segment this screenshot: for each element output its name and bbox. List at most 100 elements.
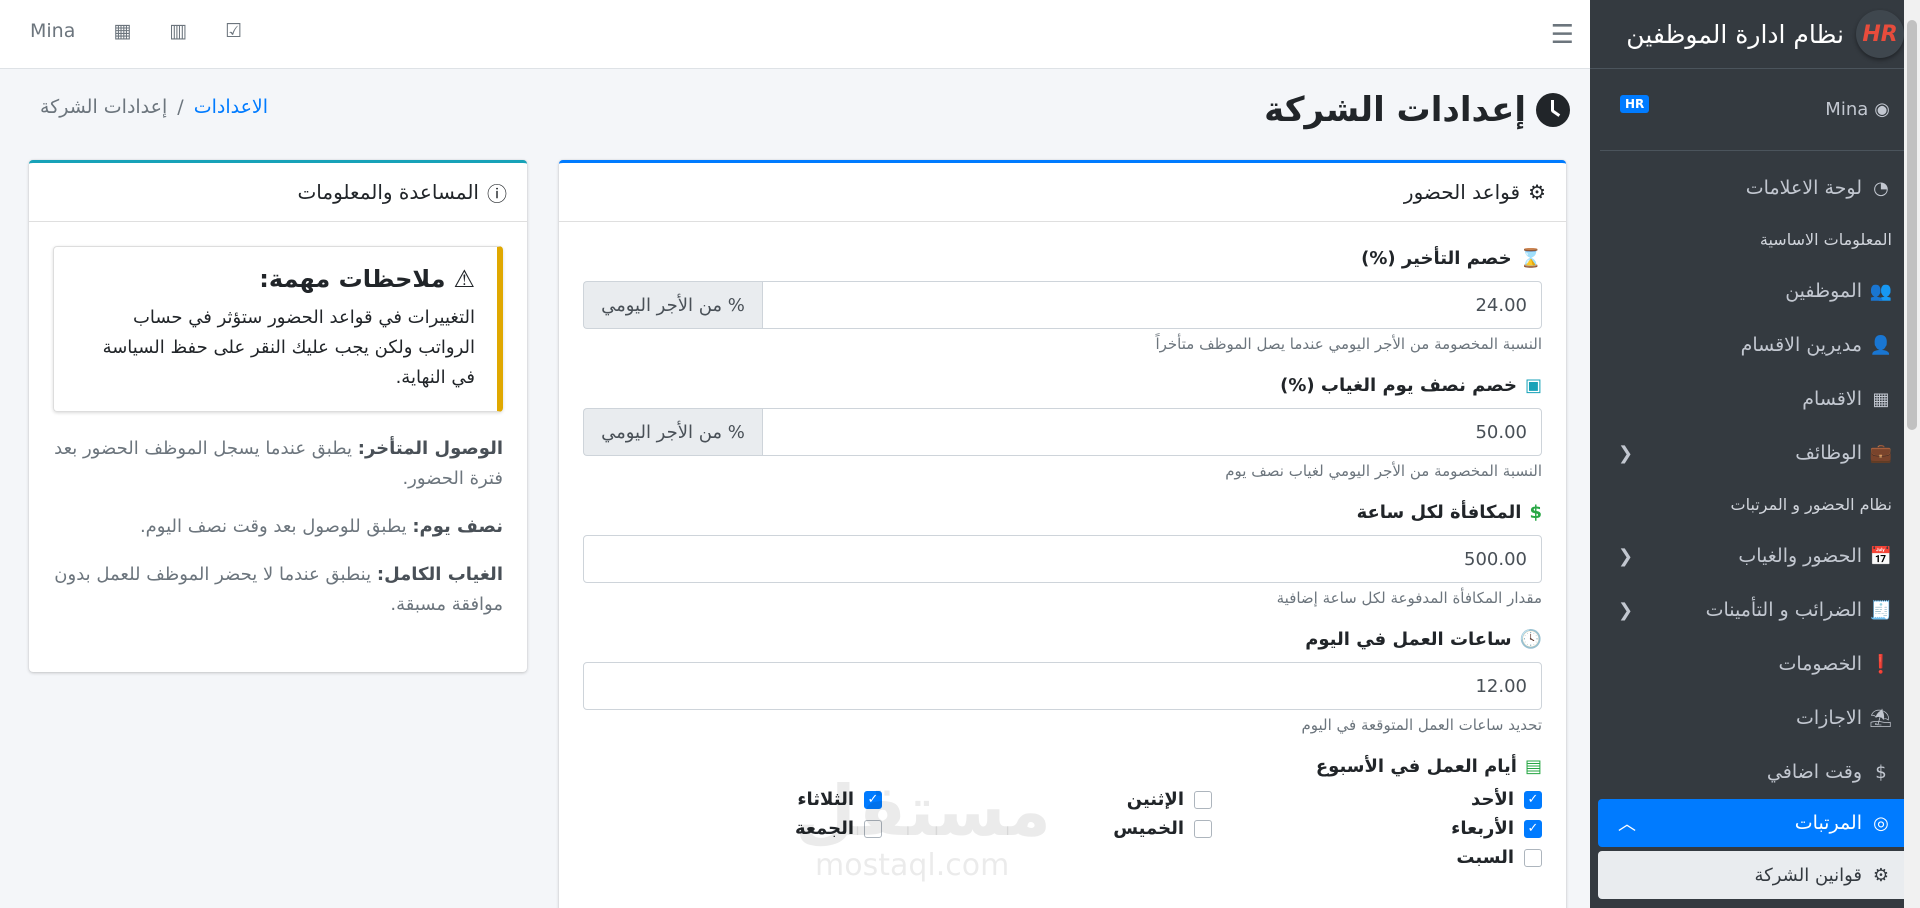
- late-term: الوصول المتأخر:: [357, 438, 503, 459]
- alert-text: التغييرات في قواعد الحضور ستؤثر في حساب …: [102, 307, 475, 388]
- sidebar-item[interactable]: ▦ الاقسام: [1598, 372, 1912, 426]
- work-day-checkbox[interactable]: [1524, 848, 1542, 867]
- user-circle-icon: ◉: [1874, 99, 1890, 120]
- late-deduction-input[interactable]: 24.00: [762, 281, 1542, 329]
- halfday-deduction-label: خصم نصف يوم الغياب (%): [1280, 375, 1517, 396]
- sidebar-item-label: الضرائب و التأمينات: [1705, 599, 1862, 621]
- page-title-text: إعدادات الشركة: [1264, 90, 1526, 130]
- sidebar-item[interactable]: 👥 الموظفين: [1598, 264, 1912, 318]
- calendar-icon: ▤: [1524, 756, 1542, 777]
- sidebar-user[interactable]: ◉ Mina: [1825, 99, 1890, 120]
- work-day-label: الخميس: [1113, 818, 1184, 839]
- watermark-sub: mostaql.com: [815, 848, 1010, 883]
- sidebar-item-label: لوحة الاعلامات: [1745, 177, 1862, 199]
- top-navbar: ☰ Mina ▦ ▥ ☑: [0, 0, 1590, 69]
- watermark: مستقل: [795, 770, 1052, 852]
- chevron-icon: ︿: [1618, 814, 1636, 835]
- top-user-name[interactable]: Mina: [30, 20, 75, 42]
- brand[interactable]: HR نظام ادارة الموظفين: [1590, 0, 1920, 69]
- work-days-label: أيام العمل في الأسبوع: [1315, 756, 1517, 777]
- late-deduction-group: ⌛ خصم التأخير (%) 24.00 % من الأجر اليومي…: [583, 248, 1542, 353]
- calendar-icon[interactable]: ▦: [113, 20, 131, 42]
- dashboard-icon: ◔: [1873, 177, 1889, 199]
- chevron-icon: ❮: [1618, 599, 1634, 621]
- hourly-bonus-label: المكافأة لكل ساعة: [1356, 502, 1522, 523]
- menu-toggle-icon[interactable]: ☰: [1551, 20, 1574, 50]
- work-day-label: الأحد: [1471, 789, 1514, 810]
- attendance-card-header: ⚙ قواعد الحضور: [559, 163, 1566, 222]
- sidebar-item[interactable]: 👤 مديرين الاقسام: [1598, 318, 1912, 372]
- sidebar-user-name: Mina: [1825, 99, 1869, 120]
- sidebar-item[interactable]: $ وقت اضافي: [1598, 745, 1912, 799]
- user-panel: ◉ Mina HR: [1600, 69, 1910, 151]
- halfday-deduction-addon: % من الأجر اليومي: [583, 408, 762, 456]
- hourly-bonus-group: $ المكافأة لكل ساعة 500.00 مقدار المكافأة…: [583, 502, 1542, 607]
- clock-icon: [1536, 93, 1570, 127]
- breadcrumb-current: إعدادات الشركة: [40, 96, 168, 118]
- sidebar-item[interactable]: ◎ المرتبات ︿: [1598, 799, 1912, 847]
- work-days-list: ✓ الأحد الإثنين ✓ الثلاثاء ✓ الأربعاء الخميس الج…: [583, 789, 1542, 868]
- tasks-icon[interactable]: ☑: [225, 20, 242, 42]
- sidebar-item-label: الوظائف: [1795, 442, 1862, 464]
- work-day-option[interactable]: ✓ الأحد: [1212, 789, 1542, 810]
- halfday-deduction-help: النسبة المخصومة من الأجر اليومي لغياب نص…: [1225, 462, 1542, 480]
- half-desc: يطبق للوصول بعد وقت نصف اليوم.: [139, 516, 407, 537]
- work-hours-input[interactable]: 12.00: [583, 662, 1542, 710]
- sidebar-item-label: مديرين الاقسام: [1740, 334, 1862, 356]
- sidebar-item[interactable]: 🧾 الضرائب و التأمينات ❮: [1598, 583, 1912, 637]
- sidebar-header: نظام الحضور و المرتبات: [1730, 495, 1892, 514]
- work-day-checkbox[interactable]: [1194, 819, 1212, 838]
- user-icon: 👤: [1869, 334, 1892, 356]
- building-icon: ▦: [1872, 388, 1890, 410]
- breadcrumb: الاعدادات / إعدادات الشركة: [40, 96, 268, 118]
- help-card-header: ⓘ المساعدة والمعلومات: [29, 163, 527, 222]
- coins-icon: ◎: [1873, 812, 1889, 834]
- chevron-icon: ❮: [1618, 545, 1634, 567]
- work-hours-help: تحديد ساعات العمل المتوقعة في اليوم: [1301, 716, 1542, 734]
- sidebar-item-label: الاقسام: [1802, 388, 1862, 410]
- sidebar-item[interactable]: ❗ الخصومات: [1598, 637, 1912, 691]
- sidebar-item-label: وقت اضافي: [1766, 761, 1862, 783]
- late-deduction-help: النسبة المخصومة من الأجر اليومي عندما يص…: [1155, 335, 1542, 353]
- full-absence-info: الغياب الكامل: ينطبق عندما لا يحضر الموظ…: [53, 560, 503, 620]
- sidebar-item-label: قوانين الشركة: [1754, 864, 1862, 886]
- scroll-thumb[interactable]: [1907, 20, 1917, 430]
- halfday-deduction-input[interactable]: 50.00: [762, 408, 1542, 456]
- work-day-label: الإثنين: [1126, 789, 1184, 810]
- page-scrollbar[interactable]: [1904, 0, 1920, 908]
- hr-badge: HR: [1620, 95, 1650, 113]
- breadcrumb-link-settings[interactable]: الاعدادات: [194, 96, 268, 118]
- brand-title: نظام ادارة الموظفين: [1626, 19, 1844, 49]
- hourly-bonus-input[interactable]: 500.00: [583, 535, 1542, 583]
- work-day-option[interactable]: السبت: [1212, 847, 1542, 868]
- half-term: نصف يوم:: [412, 516, 503, 537]
- calendar-day-icon: ▣: [1524, 375, 1542, 396]
- sidebar-item[interactable]: 💼 الوظائف ❮: [1598, 426, 1912, 480]
- warning-icon: ⚠: [453, 265, 475, 293]
- attendance-card-title: قواعد الحضور: [1403, 180, 1521, 204]
- work-hours-group: 🕓 ساعات العمل في اليوم 12.00 تحديد ساعات …: [583, 629, 1542, 734]
- chart-icon[interactable]: ▥: [169, 20, 187, 42]
- sidebar-item[interactable]: ⛱ الاجازات: [1598, 691, 1912, 745]
- cog-icon: ⚙: [1528, 180, 1546, 204]
- sidebar-item-label: الاجازات: [1796, 707, 1862, 729]
- users-icon: 👥: [1869, 280, 1892, 302]
- work-day-checkbox[interactable]: [1194, 790, 1212, 809]
- info-circle-icon: ⓘ: [487, 181, 507, 206]
- help-info-card: ⓘ المساعدة والمعلومات ⚠ ملاحظات مهمة: الت…: [29, 160, 527, 672]
- sidebar-item[interactable]: ⚙ قوانين الشركة: [1598, 851, 1912, 899]
- sidebar: HR نظام ادارة الموظفين ◉ Mina HR ◔ لوحة ا…: [1590, 0, 1920, 908]
- sidebar-item[interactable]: 📅 الحضور والغياب ❮: [1598, 529, 1912, 583]
- sidebar-item[interactable]: ◔ لوحة الاعلامات: [1598, 161, 1912, 215]
- sidebar-nav: ◔ لوحة الاعلامات المعلومات الاساسية 👥 الموظف…: [1590, 151, 1920, 899]
- work-day-option[interactable]: ✓ الأربعاء: [1212, 818, 1542, 839]
- work-day-checkbox[interactable]: ✓: [1524, 819, 1542, 838]
- half-day-info: نصف يوم: يطبق للوصول بعد وقت نصف اليوم.: [53, 512, 503, 542]
- halfday-deduction-group: ▣ خصم نصف يوم الغياب (%) 50.00 % من الأجر…: [583, 375, 1542, 480]
- invoice-icon: 🧾: [1869, 599, 1892, 621]
- work-day-checkbox[interactable]: ✓: [1524, 790, 1542, 809]
- sidebar-item-label: الحضور والغياب: [1738, 545, 1862, 567]
- work-days-group: ▤ أيام العمل في الأسبوع ✓ الأحد الإثنين ✓ الث…: [583, 756, 1542, 868]
- clock-icon: 🕓: [1519, 629, 1542, 650]
- absent-term: الغياب الكامل:: [376, 564, 503, 585]
